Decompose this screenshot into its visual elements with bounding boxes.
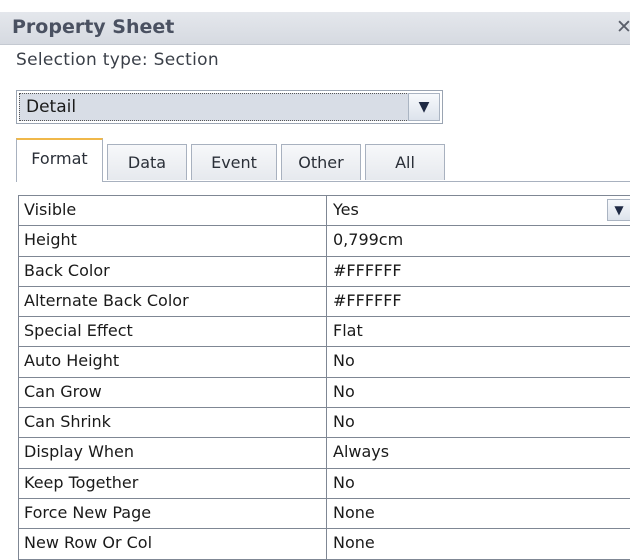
property-name: Keep Together bbox=[19, 468, 327, 498]
property-row-keep-together[interactable]: Keep Together No bbox=[19, 468, 630, 499]
property-name: Can Grow bbox=[19, 377, 327, 408]
property-value[interactable]: No bbox=[327, 378, 630, 407]
selection-combo-field[interactable]: Detail bbox=[19, 93, 409, 121]
property-value[interactable]: None bbox=[327, 529, 630, 558]
property-row-auto-height[interactable]: Auto Height No bbox=[19, 347, 630, 378]
property-row-display-when[interactable]: Display When Always bbox=[19, 438, 630, 469]
property-name: Alternate Back Color bbox=[19, 286, 327, 317]
property-value[interactable]: No bbox=[327, 347, 630, 376]
tab-label: Format bbox=[31, 149, 88, 168]
selection-combo-value: Detail bbox=[26, 97, 77, 117]
close-icon[interactable]: ✕ bbox=[616, 16, 630, 38]
tab-format[interactable]: Format bbox=[16, 138, 103, 182]
chevron-down-icon[interactable]: ▼ bbox=[607, 199, 630, 221]
tab-label: All bbox=[395, 153, 415, 172]
property-value-text: Yes bbox=[333, 200, 359, 219]
property-value[interactable]: No bbox=[327, 408, 630, 437]
property-row-alternate-back-color[interactable]: Alternate Back Color #FFFFFF bbox=[19, 286, 630, 318]
property-row-new-row-or-col[interactable]: New Row Or Col None bbox=[19, 529, 630, 560]
property-value[interactable]: None bbox=[327, 499, 630, 528]
property-name: Visible bbox=[19, 196, 327, 226]
property-name: Height bbox=[19, 226, 327, 256]
tab-divider bbox=[16, 181, 630, 182]
property-value[interactable]: Always bbox=[327, 438, 630, 467]
property-sheet-panel: Property Sheet ✕ Selection type: Section… bbox=[0, 0, 630, 560]
property-name: Force New Page bbox=[19, 498, 327, 529]
tab-strip: Format Data Event Other All bbox=[16, 138, 630, 182]
property-value[interactable]: #FFFFFF bbox=[327, 257, 630, 286]
property-row-special-effect[interactable]: Special Effect Flat bbox=[19, 317, 630, 348]
property-row-height[interactable]: Height 0,799cm bbox=[19, 226, 630, 257]
property-row-visible[interactable]: Visible Yes ▼ bbox=[19, 196, 630, 227]
property-grid: Visible Yes ▼ Height 0,799cm Back Color … bbox=[18, 195, 630, 560]
tab-other[interactable]: Other bbox=[281, 144, 361, 180]
selection-type-label: Selection type: Section bbox=[16, 50, 219, 70]
property-name: Can Shrink bbox=[19, 408, 327, 438]
tab-label: Data bbox=[127, 153, 167, 172]
selection-combo[interactable]: Detail ▼ bbox=[16, 90, 443, 124]
property-row-back-color[interactable]: Back Color #FFFFFF bbox=[19, 256, 630, 287]
tab-data[interactable]: Data bbox=[107, 144, 187, 180]
tab-all[interactable]: All bbox=[365, 144, 445, 180]
property-name: New Row Or Col bbox=[19, 529, 327, 559]
property-value[interactable]: Flat bbox=[327, 317, 630, 346]
tab-label: Other bbox=[298, 153, 344, 172]
panel-title: Property Sheet bbox=[12, 16, 175, 38]
property-name: Back Color bbox=[19, 256, 327, 286]
property-value[interactable]: No bbox=[327, 469, 630, 498]
property-value[interactable]: 0,799cm bbox=[327, 226, 630, 255]
title-bar: Property Sheet ✕ bbox=[0, 12, 630, 45]
property-value[interactable]: Yes ▼ bbox=[327, 196, 630, 225]
selection-combo-button[interactable]: ▼ bbox=[408, 93, 440, 121]
property-row-force-new-page[interactable]: Force New Page None bbox=[19, 498, 630, 530]
property-name: Special Effect bbox=[19, 317, 327, 347]
property-row-can-shrink[interactable]: Can Shrink No bbox=[19, 408, 630, 439]
tab-label: Event bbox=[211, 153, 257, 172]
property-name: Auto Height bbox=[19, 347, 327, 377]
property-row-can-grow[interactable]: Can Grow No bbox=[19, 377, 630, 409]
property-name: Display When bbox=[19, 438, 327, 468]
tab-event[interactable]: Event bbox=[191, 144, 277, 180]
property-value[interactable]: #FFFFFF bbox=[327, 287, 630, 316]
chevron-down-icon: ▼ bbox=[418, 99, 430, 115]
